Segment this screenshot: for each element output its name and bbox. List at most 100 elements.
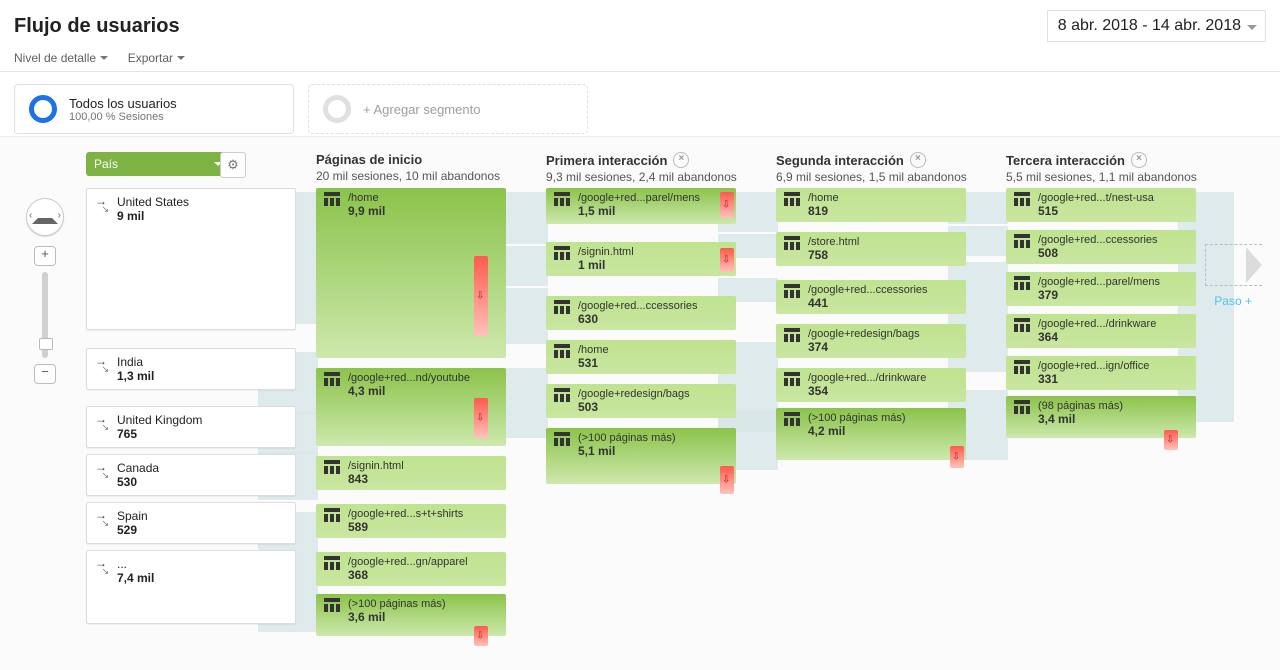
flow-node[interactable]: (>100 páginas más)5,1 mil: [546, 428, 736, 484]
flow-node[interactable]: /google+red...t/nest-usa515: [1006, 188, 1196, 222]
node-label: /google+red...parel/mens: [1038, 276, 1188, 288]
node-value: 508: [1038, 246, 1188, 260]
node-value: 364: [1038, 330, 1188, 344]
flow-node[interactable]: /google+red...ccessories441: [776, 280, 966, 314]
next-step-arrow[interactable]: [1205, 244, 1262, 286]
arrows-icon: [95, 511, 109, 525]
export-dropdown[interactable]: Exportar: [128, 51, 185, 65]
segment-donut-icon: [323, 95, 351, 123]
zoom-slider[interactable]: [42, 272, 48, 358]
flow-node[interactable]: /store.html758: [776, 232, 966, 266]
node-label: (>100 páginas más): [348, 598, 498, 610]
remove-step-button[interactable]: ×: [673, 152, 689, 168]
flow-node[interactable]: /home531: [546, 340, 736, 374]
flow-node[interactable]: /home819: [776, 188, 966, 222]
source-node[interactable]: Canada 530: [86, 454, 296, 496]
settings-button[interactable]: ⚙: [220, 152, 246, 178]
column-header: Tercera interacción× 5,5 mil sesiones, 1…: [1006, 152, 1214, 184]
node-label: /google+red...ccessories: [1038, 234, 1188, 246]
node-value: 3,6 mil: [348, 610, 498, 624]
source-node[interactable]: Spain 529: [86, 502, 296, 544]
node-label: /google+red...ccessories: [578, 300, 728, 312]
node-label: (>100 páginas más): [808, 412, 958, 424]
column-title: Primera interacción: [546, 153, 667, 168]
flow-node[interactable]: /signin.html843: [316, 456, 506, 490]
segment-all-users[interactable]: Todos los usuarios 100,00 % Sesiones: [14, 84, 294, 134]
page-icon: [1014, 234, 1030, 248]
flow-node[interactable]: /google+redesign/bags503: [546, 384, 736, 418]
node-value: 758: [808, 248, 958, 262]
zoom-out-button[interactable]: −: [34, 364, 56, 384]
add-segment-button[interactable]: + Agregar segmento: [308, 84, 588, 134]
node-value: 331: [1038, 372, 1188, 386]
zoom-slider-thumb[interactable]: [39, 338, 53, 350]
dimension-selector-label: País: [94, 157, 118, 171]
node-label: /google+red...nd/youtube: [348, 372, 498, 384]
node-value: 630: [578, 312, 728, 326]
dropoff-indicator: [720, 192, 734, 218]
flow-node[interactable]: /google+red...ccessories508: [1006, 230, 1196, 264]
column-title: Segunda interacción: [776, 153, 904, 168]
zoom-control: + −: [35, 246, 55, 384]
flow-node[interactable]: /google+redesign/bags374: [776, 324, 966, 358]
page-icon: [324, 460, 340, 474]
flow-node[interactable]: /google+red...parel/mens379: [1006, 272, 1196, 306]
arrows-icon: [95, 357, 109, 371]
page-icon: [1014, 318, 1030, 332]
page-title: Flujo de usuarios: [14, 15, 180, 38]
zoom-in-button[interactable]: +: [34, 246, 56, 266]
source-label: Canada: [117, 461, 287, 475]
page-icon: [1014, 400, 1030, 414]
dropoff-indicator: [950, 446, 964, 468]
flow-node[interactable]: /google+red...gn/apparel368: [316, 552, 506, 586]
page-icon: [784, 328, 800, 342]
flow-node[interactable]: (>100 páginas más)4,2 mil: [776, 408, 966, 460]
export-label: Exportar: [128, 51, 173, 65]
page-icon: [1014, 192, 1030, 206]
flow-node[interactable]: /google+red...ccessories630: [546, 296, 736, 330]
flow-node[interactable]: /google+red...ign/office331: [1006, 356, 1196, 390]
node-value: 1,5 mil: [578, 204, 728, 218]
segment-subtitle: 100,00 % Sesiones: [69, 111, 177, 123]
segment-donut-icon: [29, 95, 57, 123]
node-value: 843: [348, 472, 498, 486]
column-header: Páginas de inicio 20 mil sesiones, 10 mi…: [316, 152, 524, 183]
flow-node[interactable]: /google+red.../drinkware364: [1006, 314, 1196, 348]
source-node[interactable]: ... 7,4 mil: [86, 550, 296, 624]
source-value: 9 mil: [117, 209, 287, 223]
node-value: 819: [808, 204, 958, 218]
source-node[interactable]: United States 9 mil: [86, 188, 296, 330]
source-value: 765: [117, 427, 287, 441]
flow-node[interactable]: /google+red...parel/mens1,5 mil: [546, 188, 736, 224]
date-range-picker[interactable]: 8 abr. 2018 - 14 abr. 2018: [1047, 10, 1266, 42]
page-icon: [554, 388, 570, 402]
source-node[interactable]: United Kingdom 765: [86, 406, 296, 448]
dimension-selector[interactable]: País: [86, 152, 230, 176]
remove-step-button[interactable]: ×: [910, 152, 926, 168]
arrows-icon: [95, 197, 109, 211]
flow-node[interactable]: /google+red...s+t+shirts589: [316, 504, 506, 538]
source-label: ...: [117, 557, 287, 571]
page-icon: [554, 246, 570, 260]
add-segment-label: + Agregar segmento: [363, 102, 480, 117]
node-label: /signin.html: [348, 460, 498, 472]
home-icon: [32, 206, 58, 224]
flow-node[interactable]: /signin.html1 mil: [546, 242, 736, 276]
node-label: /home: [348, 192, 498, 204]
column-title: Páginas de inicio: [316, 152, 422, 167]
page-icon: [324, 598, 340, 612]
pan-home-control[interactable]: ‹ ›: [26, 198, 64, 236]
node-label: /google+red...ign/office: [1038, 360, 1188, 372]
remove-step-button[interactable]: ×: [1131, 152, 1147, 168]
source-label: United States: [117, 195, 287, 209]
source-node[interactable]: India 1,3 mil: [86, 348, 296, 390]
page-icon: [1014, 360, 1030, 374]
column-title: Tercera interacción: [1006, 153, 1125, 168]
source-value: 1,3 mil: [117, 369, 287, 383]
page-icon: [554, 432, 570, 446]
source-label: United Kingdom: [117, 413, 287, 427]
node-label: /google+red.../drinkware: [808, 372, 958, 384]
next-step-label[interactable]: Paso +: [1214, 294, 1252, 308]
flow-node[interactable]: /google+red.../drinkware354: [776, 368, 966, 402]
detail-level-dropdown[interactable]: Nivel de detalle: [14, 51, 108, 65]
